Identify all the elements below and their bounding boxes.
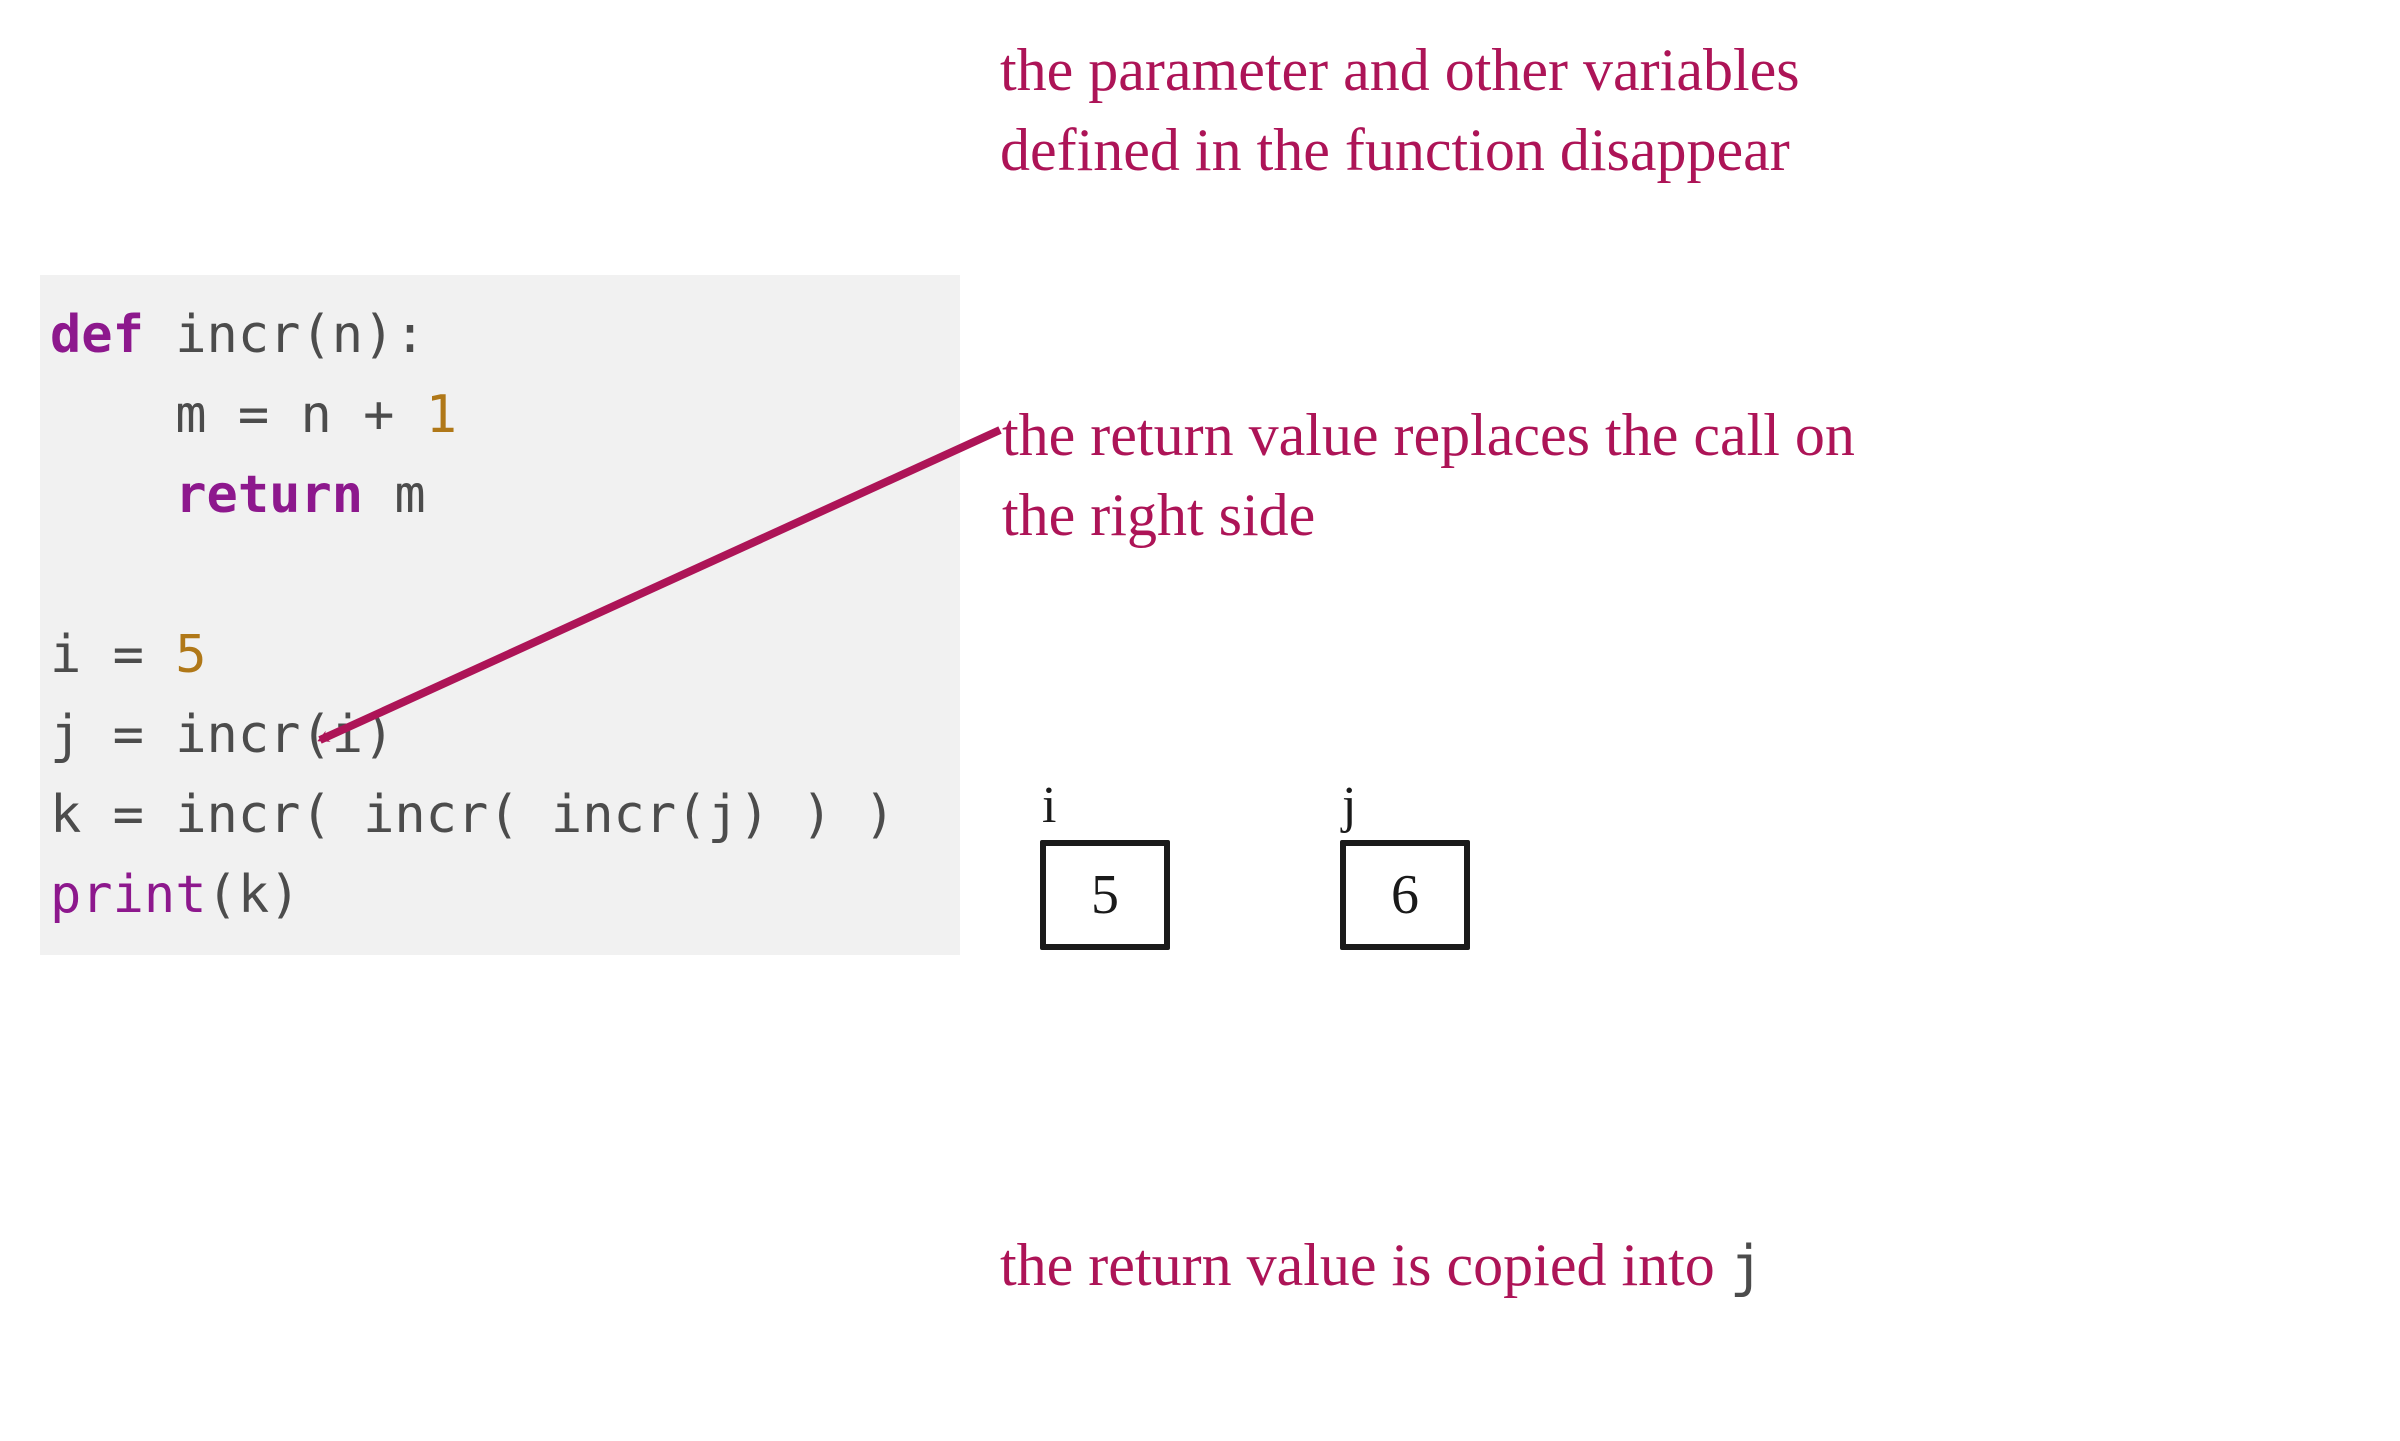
annotation-return-copied-into-j: the return value is copied into j xyxy=(1000,1225,1900,1307)
page-root: def incr(n): m = n + 1 return m i = 5j =… xyxy=(0,0,2400,1441)
var-label-j: j xyxy=(1340,780,1470,832)
var-label-i: i xyxy=(1040,780,1170,832)
variable-boxes: i 5 j 6 xyxy=(1020,780,1620,1030)
var-value-i: 5 xyxy=(1040,840,1170,950)
var-value-j: 6 xyxy=(1340,840,1470,950)
var-box-j: j 6 xyxy=(1340,780,1470,950)
code-line-4 xyxy=(50,535,950,615)
code-line-8: print(k) xyxy=(50,855,950,935)
code-line-7: k = incr( incr( incr(j) ) ) xyxy=(50,775,950,855)
annotation-vars-disappear: the parameter and other variables define… xyxy=(1000,30,1900,190)
annotation-text: the return value is copied into xyxy=(1000,1232,1730,1298)
annotation-return-replaces-call: the return value replaces the call on th… xyxy=(1002,395,1902,555)
annotation-text: the return value replaces the call on th… xyxy=(1002,402,1855,548)
annotation-code-j: j xyxy=(1730,1234,1764,1299)
code-line-5: i = 5 xyxy=(50,615,950,695)
code-line-6: j = incr(i) xyxy=(50,695,950,775)
var-box-i: i 5 xyxy=(1040,780,1170,950)
code-line-1: def incr(n): xyxy=(50,295,950,375)
code-line-3: return m xyxy=(50,455,950,535)
annotation-text: the parameter and other variables define… xyxy=(1000,37,1800,183)
code-block: def incr(n): m = n + 1 return m i = 5j =… xyxy=(40,275,960,955)
code-line-2: m = n + 1 xyxy=(50,375,950,455)
